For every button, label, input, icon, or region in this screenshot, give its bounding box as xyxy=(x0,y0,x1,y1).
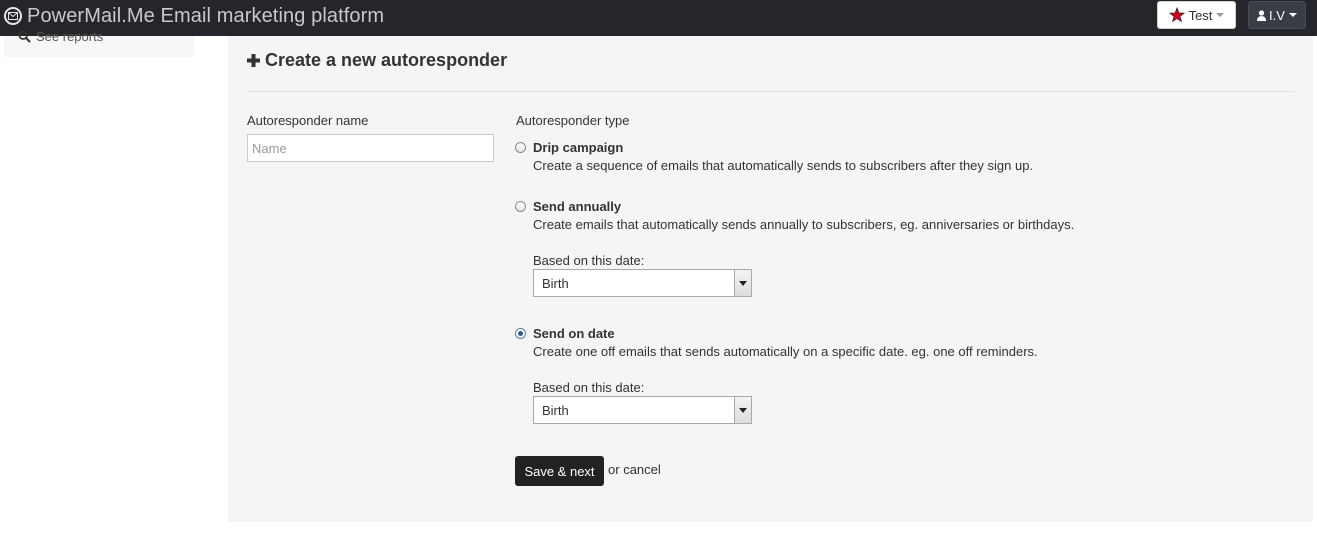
user-menu-label: I.V xyxy=(1269,7,1285,23)
option-description: Create emails that automatically sends a… xyxy=(533,217,1075,232)
sidebar-item-see-reports[interactable]: See reports xyxy=(18,29,103,44)
radio-send-on-date[interactable] xyxy=(515,328,526,339)
user-menu-button[interactable]: I.V xyxy=(1248,1,1306,29)
app-title: PowerMail.Me Email marketing platform xyxy=(27,4,385,27)
envelope-logo-icon xyxy=(4,7,22,25)
select-value: Birth xyxy=(542,403,569,418)
chevron-down-icon xyxy=(1288,13,1297,17)
annual-date-select[interactable]: Birth xyxy=(533,269,752,297)
sidebar: See reports xyxy=(4,29,194,57)
chevron-down-icon xyxy=(734,397,751,423)
plus-icon xyxy=(247,54,260,67)
name-field-label: Autoresponder name xyxy=(247,113,369,128)
user-icon xyxy=(1257,9,1267,21)
cancel-link[interactable]: cancel xyxy=(623,462,661,477)
star-icon xyxy=(1168,7,1185,23)
page-title: Create a new autoresponder xyxy=(247,50,507,71)
main-panel: Create a new autoresponder Autoresponder… xyxy=(228,36,1313,522)
radio-drip-campaign[interactable] xyxy=(515,142,526,153)
sidebar-item-label: See reports xyxy=(36,29,104,44)
chevron-down-icon xyxy=(734,270,751,296)
option-description: Create one off emails that sends automat… xyxy=(533,344,1038,359)
option-title: Send annually xyxy=(533,199,622,214)
cancel-group: or cancel xyxy=(608,462,661,477)
divider xyxy=(247,91,1294,92)
select-value: Birth xyxy=(542,276,569,291)
page-title-text: Create a new autoresponder xyxy=(265,50,508,70)
date-field-label: Based on this date: xyxy=(533,253,645,268)
or-text: or xyxy=(608,462,620,477)
option-title: Drip campaign xyxy=(533,140,624,155)
chevron-down-icon xyxy=(1216,13,1225,17)
brand-switch-label: Test xyxy=(1188,7,1213,23)
autoresponder-name-input[interactable] xyxy=(247,134,494,162)
option-title: Send on date xyxy=(533,326,615,341)
on-date-select[interactable]: Birth xyxy=(533,396,752,424)
save-next-button[interactable]: Save & next xyxy=(515,456,604,486)
type-field-label: Autoresponder type xyxy=(516,113,630,128)
option-description: Create a sequence of emails that automat… xyxy=(533,158,1034,173)
brand-link[interactable]: PowerMail.Me Email marketing platform xyxy=(4,0,384,32)
radio-send-annually[interactable] xyxy=(515,201,526,212)
date-field-label: Based on this date: xyxy=(533,380,645,395)
brand-switch-button[interactable]: Test xyxy=(1157,1,1236,29)
search-icon xyxy=(18,30,31,43)
top-navbar: PowerMail.Me Email marketing platform Te… xyxy=(0,0,1317,36)
